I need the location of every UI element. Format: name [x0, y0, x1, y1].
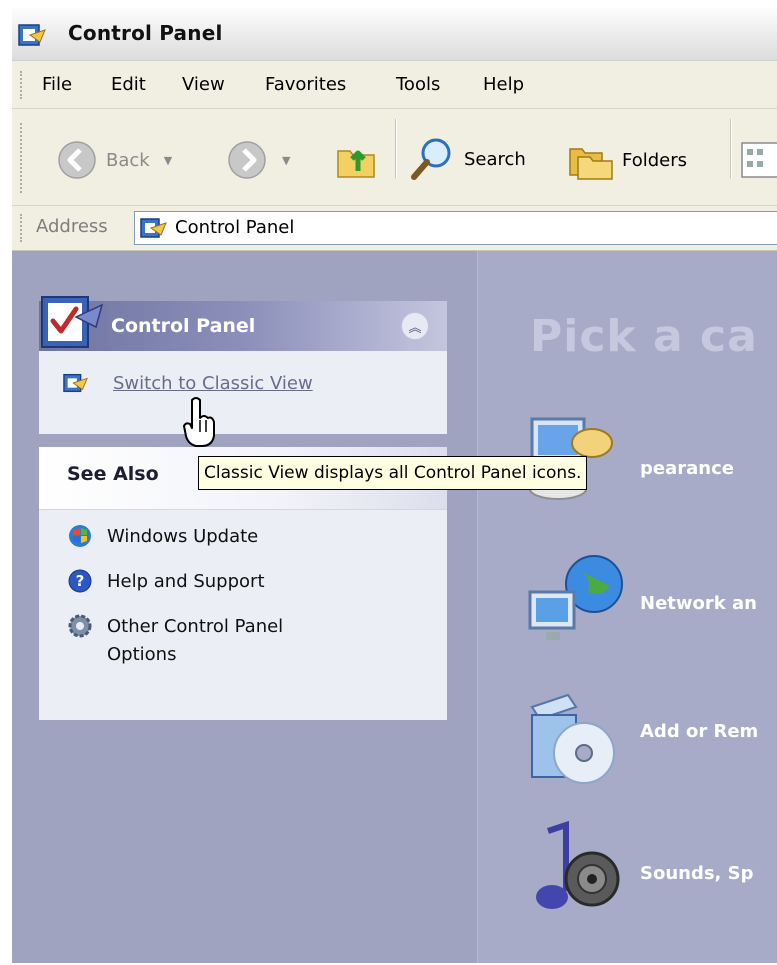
control-panel-box-title: Control Panel: [111, 315, 256, 337]
category-heading: Pick a ca: [530, 311, 758, 362]
toolbar-separator-2: [730, 119, 732, 179]
menu-bar: File Edit View Favorites Tools Help: [12, 61, 777, 109]
tooltip: Classic View displays all Control Panel …: [198, 456, 588, 490]
window-title: Control Panel: [68, 21, 223, 45]
task-pane: Control Panel ︽ Switch to Classic View S…: [12, 251, 477, 963]
options-gear-icon: [68, 614, 92, 638]
switch-to-classic-view-link[interactable]: Switch to Classic View: [63, 371, 313, 395]
list-item-label: Help and Support: [107, 571, 265, 592]
category-label: pearance: [640, 458, 734, 479]
control-panel-icon: [63, 373, 88, 393]
toolbar-grip[interactable]: [20, 123, 25, 193]
views-icon: [741, 142, 777, 178]
back-arrow-icon: [58, 141, 96, 179]
switch-link-label: Switch to Classic View: [113, 372, 313, 394]
address-grip[interactable]: [20, 214, 25, 242]
menu-help[interactable]: Help: [483, 74, 524, 95]
folders-label: Folders: [622, 149, 688, 171]
menu-grip[interactable]: [20, 71, 25, 99]
menu-favorites[interactable]: Favorites: [265, 74, 346, 95]
category-label: Sounds, Sp: [640, 863, 754, 884]
menu-tools[interactable]: Tools: [396, 74, 440, 95]
title-bar: Control Panel: [12, 8, 777, 61]
folders-icon: [569, 148, 613, 180]
menu-file[interactable]: File: [42, 74, 72, 95]
category-view: Pick a ca pearance Network an Add or Rem…: [477, 251, 777, 963]
sounds-icon: [536, 821, 620, 909]
windows-update-icon: [69, 525, 91, 547]
network-icon: [528, 555, 623, 640]
category-network[interactable]: Network an: [518, 546, 777, 656]
help-icon: ?: [68, 569, 92, 593]
menu-edit[interactable]: Edit: [111, 74, 146, 95]
address-value: Control Panel: [175, 217, 295, 238]
back-button[interactable]: Back ▼: [56, 139, 172, 181]
search-icon: [411, 138, 451, 180]
help-and-support-link[interactable]: ? Help and Support: [67, 568, 265, 596]
category-label: Add or Rem: [640, 721, 759, 742]
control-panel-window: Control Panel File Edit View Favorites T…: [12, 8, 777, 963]
forward-dropdown-icon[interactable]: ▼: [282, 154, 290, 167]
search-button[interactable]: Search: [408, 135, 526, 183]
search-label: Search: [464, 148, 526, 170]
address-input[interactable]: Control Panel: [134, 211, 777, 245]
toolbar-separator: [395, 119, 397, 179]
control-panel-icon: [18, 24, 46, 46]
add-remove-programs-icon: [530, 693, 615, 784]
collapse-chevron-icon[interactable]: ︽: [401, 312, 429, 340]
up-folder-button[interactable]: [334, 137, 380, 183]
category-sounds[interactable]: Sounds, Sp: [518, 821, 777, 931]
content-area: Control Panel ︽ Switch to Classic View S…: [12, 251, 777, 963]
windows-update-link[interactable]: Windows Update: [67, 523, 258, 551]
address-bar: Address Control Panel: [12, 206, 777, 251]
standard-toolbar: Back ▼ ▼ Search Folders: [12, 109, 777, 206]
hand-cursor-icon: [183, 397, 215, 447]
address-label: Address: [36, 216, 108, 237]
forward-arrow-icon: [228, 141, 266, 179]
back-dropdown-icon[interactable]: ▼: [164, 154, 172, 167]
control-panel-large-icon: [41, 296, 104, 348]
control-panel-icon: [140, 218, 167, 238]
folders-button[interactable]: Folders: [568, 139, 687, 181]
other-control-panel-options-link[interactable]: Other Control Panel Options: [67, 613, 283, 669]
forward-button[interactable]: ▼: [226, 139, 290, 181]
list-item-label: Other Control Panel Options: [107, 616, 284, 665]
category-add-remove-programs[interactable]: Add or Rem: [518, 681, 777, 791]
views-button[interactable]: [740, 141, 777, 179]
back-label: Back: [106, 149, 150, 171]
svg-text:?: ?: [76, 572, 85, 590]
up-folder-icon: [337, 150, 375, 178]
menu-view[interactable]: View: [182, 74, 225, 95]
see-also-title: See Also: [67, 463, 159, 485]
list-item-label: Windows Update: [107, 526, 259, 547]
category-label: Network an: [640, 593, 757, 614]
